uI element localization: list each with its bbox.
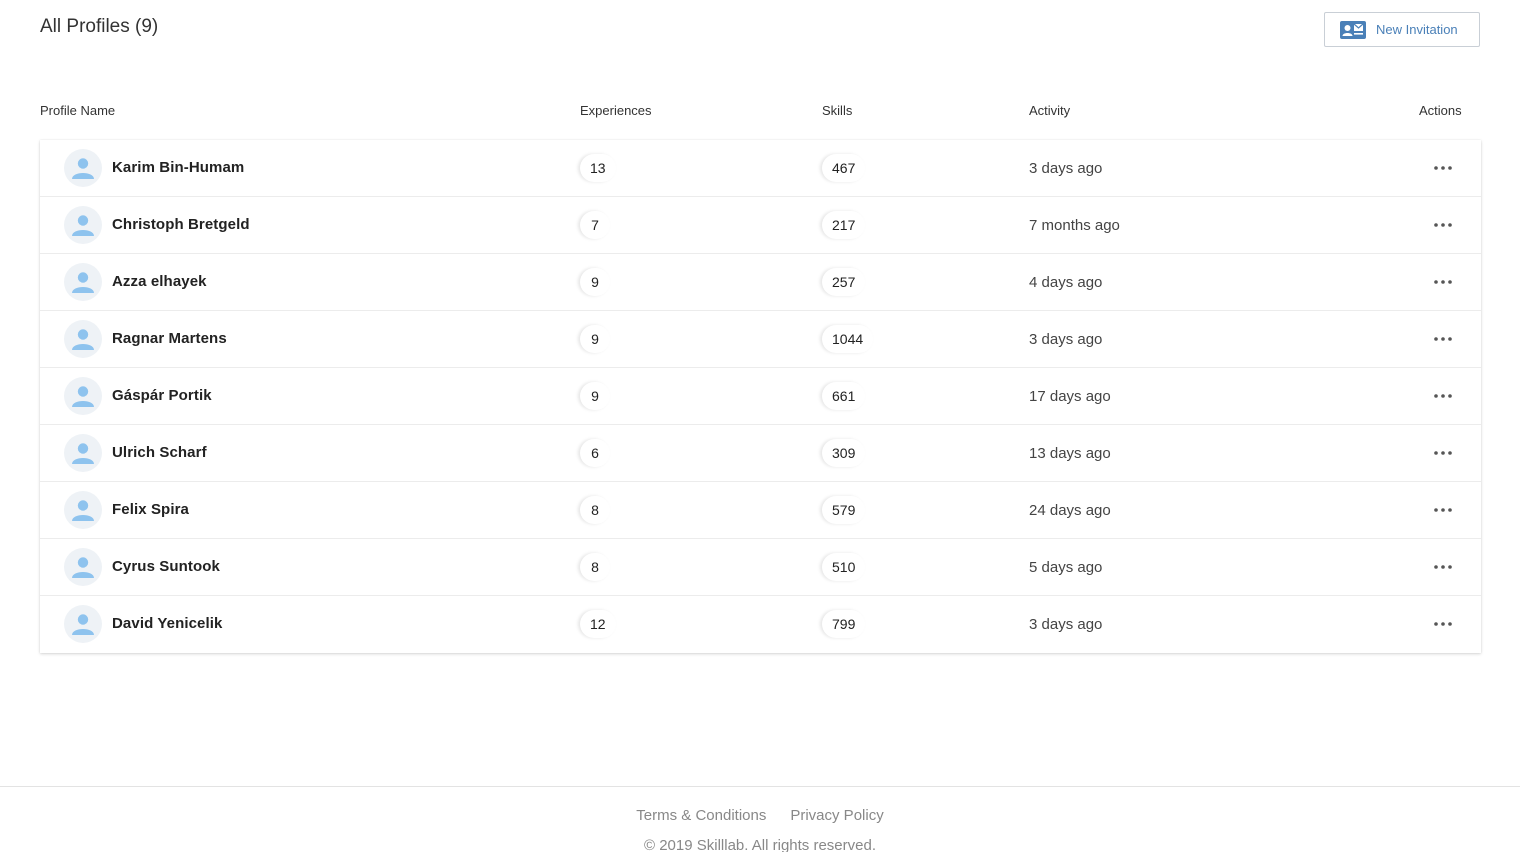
table-row[interactable]: Ulrich Scharf 6 309 13 days ago [40,425,1481,482]
experiences-count: 9 [580,268,610,296]
more-horizontal-icon [1434,565,1452,569]
more-horizontal-icon [1434,451,1452,455]
experiences-count: 8 [580,496,610,524]
actions-menu-button[interactable] [1428,158,1458,178]
user-icon [70,326,96,352]
profile-name[interactable]: Cyrus Suntook [112,558,220,575]
actions-menu-button[interactable] [1428,272,1458,292]
profile-name[interactable]: Karim Bin-Humam [112,159,244,176]
activity-text: 13 days ago [1029,445,1111,462]
footer-links: Terms & Conditions Privacy Policy [0,807,1520,824]
activity-text: 5 days ago [1029,559,1103,576]
skills-count: 467 [822,154,866,182]
profile-name[interactable]: Gáspár Portik [112,387,212,404]
avatar [64,491,102,529]
actions-menu-button[interactable] [1428,557,1458,577]
activity-text: 3 days ago [1029,160,1103,177]
table-row[interactable]: Christoph Bretgeld 7 217 7 months ago [40,197,1481,254]
table-row[interactable]: Azza elhayek 9 257 4 days ago [40,254,1481,311]
profiles-page: All Profiles (9) New Invitation Profile … [0,0,1520,852]
experiences-count: 9 [580,325,610,353]
column-header-profile-name: Profile Name [40,103,116,118]
profiles-table: Karim Bin-Humam 13 467 3 days ago Christoph … [40,140,1481,653]
avatar [64,548,102,586]
copyright-text: © 2019 Skilllab. All rights reserved. [644,837,876,852]
user-icon [70,269,96,295]
more-horizontal-icon [1434,166,1452,170]
profile-name[interactable]: Ulrich Scharf [112,444,207,461]
new-invitation-button[interactable]: New Invitation [1324,12,1480,47]
skills-count: 217 [822,211,866,239]
experiences-count: 7 [580,211,610,239]
activity-text: 3 days ago [1029,331,1103,348]
activity-text: 17 days ago [1029,388,1111,405]
skills-count: 799 [822,610,866,638]
page-title: All Profiles (9) [40,16,159,37]
user-icon [70,497,96,523]
avatar [64,605,102,643]
skills-count: 579 [822,496,866,524]
actions-menu-button[interactable] [1428,215,1458,235]
activity-text: 24 days ago [1029,502,1111,519]
user-icon [70,212,96,238]
column-header-activity: Activity [1029,103,1071,118]
actions-menu-button[interactable] [1428,329,1458,349]
user-icon [70,155,96,181]
profile-name[interactable]: Ragnar Martens [112,330,227,347]
footer: Terms & Conditions Privacy Policy © 2019… [0,786,1520,852]
table-row[interactable]: Felix Spira 8 579 24 days ago [40,482,1481,539]
table-row[interactable]: David Yenicelik 12 799 3 days ago [40,596,1481,653]
column-header-skills: Skills [822,103,853,118]
profile-name[interactable]: Azza elhayek [112,273,207,290]
user-icon [70,554,96,580]
experiences-count: 8 [580,553,610,581]
activity-text: 4 days ago [1029,274,1103,291]
table-row[interactable]: Karim Bin-Humam 13 467 3 days ago [40,140,1481,197]
actions-menu-button[interactable] [1428,386,1458,406]
skills-count: 661 [822,382,866,410]
column-header-experiences: Experiences [580,103,652,118]
profile-name[interactable]: Felix Spira [112,501,189,518]
skills-count: 510 [822,553,866,581]
new-invitation-label: New Invitation [1376,22,1458,37]
table-row[interactable]: Ragnar Martens 9 1044 3 days ago [40,311,1481,368]
more-horizontal-icon [1434,337,1452,341]
contact-card-mail-icon [1340,20,1366,39]
skills-count: 309 [822,439,866,467]
terms-link[interactable]: Terms & Conditions [636,807,766,824]
avatar [64,149,102,187]
more-horizontal-icon [1434,508,1452,512]
experiences-count: 9 [580,382,610,410]
avatar [64,320,102,358]
more-horizontal-icon [1434,223,1452,227]
user-icon [70,611,96,637]
profile-name[interactable]: Christoph Bretgeld [112,216,250,233]
skills-count: 257 [822,268,866,296]
experiences-count: 12 [580,610,616,638]
activity-text: 3 days ago [1029,616,1103,633]
activity-text: 7 months ago [1029,217,1120,234]
privacy-link[interactable]: Privacy Policy [790,807,883,824]
column-header-actions: Actions [1419,103,1462,118]
more-horizontal-icon [1434,622,1452,626]
more-horizontal-icon [1434,394,1452,398]
actions-menu-button[interactable] [1428,500,1458,520]
actions-menu-button[interactable] [1428,614,1458,634]
experiences-count: 6 [580,439,610,467]
avatar [64,434,102,472]
avatar [64,263,102,301]
skills-count: 1044 [822,325,874,353]
avatar [64,377,102,415]
user-icon [70,440,96,466]
more-horizontal-icon [1434,280,1452,284]
actions-menu-button[interactable] [1428,443,1458,463]
avatar [64,206,102,244]
user-icon [70,383,96,409]
experiences-count: 13 [580,154,616,182]
table-row[interactable]: Cyrus Suntook 8 510 5 days ago [40,539,1481,596]
table-row[interactable]: Gáspár Portik 9 661 17 days ago [40,368,1481,425]
profile-name[interactable]: David Yenicelik [112,615,222,632]
